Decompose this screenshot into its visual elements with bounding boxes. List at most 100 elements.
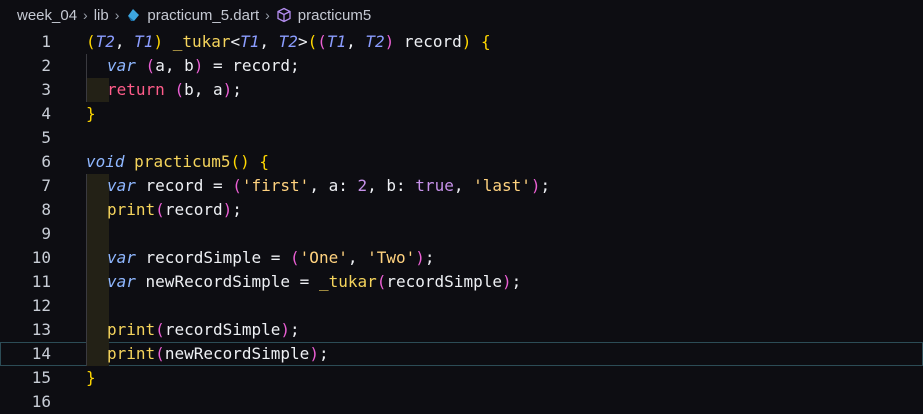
code-token: record xyxy=(394,32,462,51)
code-token: , a: xyxy=(309,176,358,195)
code-token: print xyxy=(107,320,156,339)
code-text: return (b, a); xyxy=(107,78,242,102)
code-token: ; xyxy=(318,344,329,363)
code-token: ) xyxy=(222,80,233,99)
code-token: ( xyxy=(155,200,165,219)
code-token: ; xyxy=(424,248,435,267)
indent-guide xyxy=(86,198,109,222)
chevron-right-icon: › xyxy=(265,7,270,23)
code-text: var (a, b) = record; xyxy=(107,54,300,78)
line-number: 11 xyxy=(31,272,51,291)
code-token: 'last' xyxy=(473,176,531,195)
code-line[interactable]: 12 xyxy=(0,294,923,318)
code-token: > xyxy=(297,32,308,51)
code-token: ; xyxy=(511,272,522,291)
code-token: ( xyxy=(376,272,387,291)
code-token: ( xyxy=(86,32,96,51)
code-line[interactable]: 6 void practicum5() { xyxy=(0,150,923,174)
code-token: b, a xyxy=(184,80,223,99)
line-number: 9 xyxy=(41,224,51,243)
code-token: 'Two' xyxy=(367,248,416,267)
code-token: { xyxy=(249,152,270,171)
code-line[interactable]: 9 xyxy=(0,222,923,246)
breadcrumb-folder-week04[interactable]: week_04 xyxy=(17,7,77,24)
breadcrumb-file[interactable]: practicum_5.dart xyxy=(147,7,259,24)
code-line[interactable]: 4} xyxy=(0,102,923,126)
code-token: , xyxy=(259,32,279,51)
code-token: ) xyxy=(280,320,291,339)
code-token: ( xyxy=(232,176,242,195)
line-number: 14 xyxy=(31,344,51,363)
indent-guide xyxy=(86,78,109,102)
indent-guide xyxy=(86,342,109,366)
line-number: 12 xyxy=(31,296,51,315)
code-text: print(newRecordSimple); xyxy=(107,342,329,366)
code-token: 2 xyxy=(357,176,368,195)
line-number: 10 xyxy=(31,248,51,267)
code-token: ( xyxy=(155,320,165,339)
code-token: T2 xyxy=(278,32,298,51)
code-line[interactable]: 16 xyxy=(0,390,923,414)
code-token: ; xyxy=(232,80,242,99)
line-number: 8 xyxy=(41,200,51,219)
code-token: ( xyxy=(290,248,300,267)
code-token: = record; xyxy=(203,56,300,75)
code-line[interactable]: 7 var record = ('first', a: 2, b: true, '… xyxy=(0,174,923,198)
code-line[interactable]: 5 xyxy=(0,126,923,150)
code-line[interactable]: 10 var recordSimple = ('One', 'Two'); xyxy=(0,246,923,270)
breadcrumb-symbol[interactable]: practicum5 xyxy=(298,7,371,24)
code-token: { xyxy=(471,32,491,51)
code-token: T1 xyxy=(240,32,260,51)
line-number: 15 xyxy=(31,368,51,387)
code-token: true xyxy=(415,176,454,195)
chevron-right-icon: › xyxy=(114,7,120,23)
code-line[interactable]: 3 return (b, a); xyxy=(0,78,923,102)
code-line[interactable]: 11 var newRecordSimple = _tukar(recordSim… xyxy=(0,270,923,294)
code-token: ) xyxy=(309,344,319,363)
code-token: _tukar xyxy=(318,272,377,291)
line-number: 7 xyxy=(41,176,51,195)
cube-symbol-icon xyxy=(276,7,292,23)
code-token: recordSimple = xyxy=(135,248,291,267)
code-token: T2 xyxy=(95,32,115,51)
code-token: ; xyxy=(232,200,242,219)
code-token: ) xyxy=(461,32,472,51)
code-token: ) xyxy=(193,56,204,75)
code-token: ) xyxy=(415,248,425,267)
dart-file-icon xyxy=(125,7,141,23)
breadcrumb-folder-lib[interactable]: lib xyxy=(94,7,109,24)
code-line[interactable]: 15} xyxy=(0,366,923,390)
code-token: var xyxy=(107,176,136,195)
code-token: ( xyxy=(174,80,185,99)
code-token: T1 xyxy=(134,32,154,51)
code-line[interactable]: 13 print(recordSimple); xyxy=(0,318,923,342)
code-token: , xyxy=(114,32,135,51)
code-token: T1 xyxy=(326,32,347,51)
code-line[interactable]: 8 print(record); xyxy=(0,198,923,222)
code-text: var recordSimple = ('One', 'Two'); xyxy=(107,246,435,270)
indent-guide xyxy=(86,54,109,78)
code-token: record = xyxy=(135,176,233,195)
code-line[interactable]: 1 (T2, T1) _tukar<T1, T2>((T1, T2) record… xyxy=(0,30,923,54)
code-text: print(record); xyxy=(107,198,242,222)
code-token: () xyxy=(230,152,250,171)
code-token: ) xyxy=(501,272,512,291)
line-number: 2 xyxy=(41,56,51,75)
code-token: ; xyxy=(540,176,551,195)
code-token: var xyxy=(107,272,136,291)
code-line[interactable]: 14 print(newRecordSimple); xyxy=(0,342,923,366)
code-token: 'One' xyxy=(299,248,348,267)
code-token: ( xyxy=(155,344,165,363)
code-token: ( xyxy=(307,32,318,51)
indent-guide xyxy=(86,318,109,342)
code-token: } xyxy=(86,104,96,123)
code-line[interactable]: 2 var (a, b) = record; xyxy=(0,54,923,78)
line-number: 16 xyxy=(31,392,51,411)
code-token: practicum5 xyxy=(134,152,231,171)
breadcrumb: week_04 › lib › practicum_5.dart › pract… xyxy=(0,0,923,30)
code-editor[interactable]: 1 (T2, T1) _tukar<T1, T2>((T1, T2) record… xyxy=(0,30,923,414)
code-text: (T2, T1) _tukar<T1, T2>((T1, T2) record)… xyxy=(86,30,491,54)
